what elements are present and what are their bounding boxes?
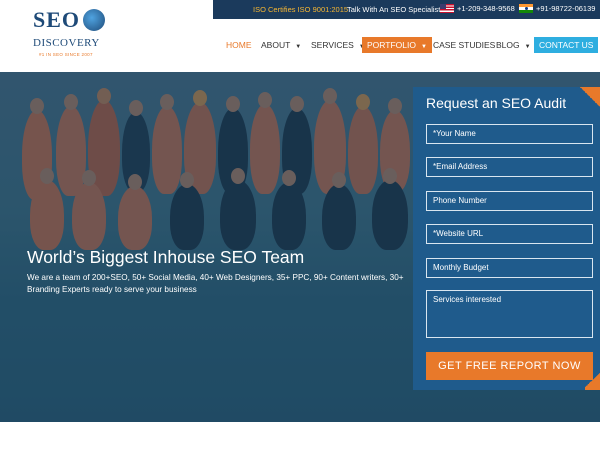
nav-services-label: SERVICES bbox=[311, 40, 354, 50]
nav-portfolio[interactable]: PORTFOLIO ▼ bbox=[362, 37, 432, 53]
form-corner-decoration bbox=[580, 87, 600, 107]
us-flag-icon bbox=[440, 4, 454, 13]
phone-us-number: +1-209-348-9568 bbox=[457, 4, 515, 13]
nav-blog[interactable]: BLOG ▼ bbox=[496, 37, 531, 53]
page-below-hero bbox=[0, 422, 600, 450]
website-input[interactable]: *Website URL bbox=[426, 224, 593, 244]
phone-india-number: +91-98722-06139 bbox=[536, 4, 596, 13]
form-corner-decoration bbox=[585, 370, 600, 390]
caret-down-icon: ▼ bbox=[295, 44, 302, 50]
services-textarea[interactable]: Services interested bbox=[426, 290, 593, 338]
nav-services[interactable]: SERVICES▼ bbox=[311, 37, 365, 53]
nav-blog-label: BLOG bbox=[496, 40, 520, 50]
logo-tagline: #1 IN SEO SINCE 2007 bbox=[39, 52, 93, 57]
nav-case-studies[interactable]: CASE STUDIES bbox=[433, 37, 495, 53]
nav-about-label: ABOUT bbox=[261, 40, 291, 50]
nav-portfolio-label: PORTFOLIO bbox=[367, 40, 416, 50]
nav-home[interactable]: HOME bbox=[226, 37, 252, 53]
seo-audit-form: Request an SEO Audit *Your Name *Email A… bbox=[413, 87, 600, 390]
logo-discovery-text: DISCOVERY bbox=[33, 37, 100, 49]
iso-certification-text: ISO Certifies ISO 9001:2015 bbox=[253, 5, 349, 14]
caret-down-icon: ▼ bbox=[420, 44, 427, 50]
globe-icon bbox=[83, 9, 105, 31]
talk-specialist-text: Talk With An SEO Specialist: bbox=[347, 5, 443, 14]
phone-us[interactable]: +1-209-348-9568 bbox=[440, 4, 515, 13]
india-flag-icon bbox=[519, 4, 533, 13]
hero-description: We are a team of 200+SEO, 50+ Social Med… bbox=[27, 273, 404, 294]
phone-india[interactable]: +91-98722-06139 bbox=[519, 4, 595, 13]
site-logo[interactable]: SEO DISCOVERY #1 IN SEO SINCE 2007 bbox=[33, 7, 113, 63]
get-free-report-button[interactable]: GET FREE REPORT NOW bbox=[426, 352, 593, 380]
logo-seo-text: SEO bbox=[33, 7, 81, 32]
nav-about[interactable]: ABOUT ▼ bbox=[261, 37, 301, 53]
caret-down-icon: ▼ bbox=[524, 44, 531, 50]
page: ISO Certifies ISO 9001:2015 Talk With An… bbox=[0, 0, 600, 450]
hero-title: World’s Biggest Inhouse SEO Team bbox=[27, 247, 305, 267]
budget-input[interactable]: Monthly Budget bbox=[426, 258, 593, 278]
nav-contact-us[interactable]: CONTACT US bbox=[534, 37, 599, 53]
phone-input[interactable]: Phone Number bbox=[426, 191, 593, 211]
top-bar: ISO Certifies ISO 9001:2015 Talk With An… bbox=[213, 0, 600, 19]
email-input[interactable]: *Email Address bbox=[426, 157, 593, 177]
form-title: Request an SEO Audit bbox=[426, 95, 567, 111]
name-input[interactable]: *Your Name bbox=[426, 124, 593, 144]
